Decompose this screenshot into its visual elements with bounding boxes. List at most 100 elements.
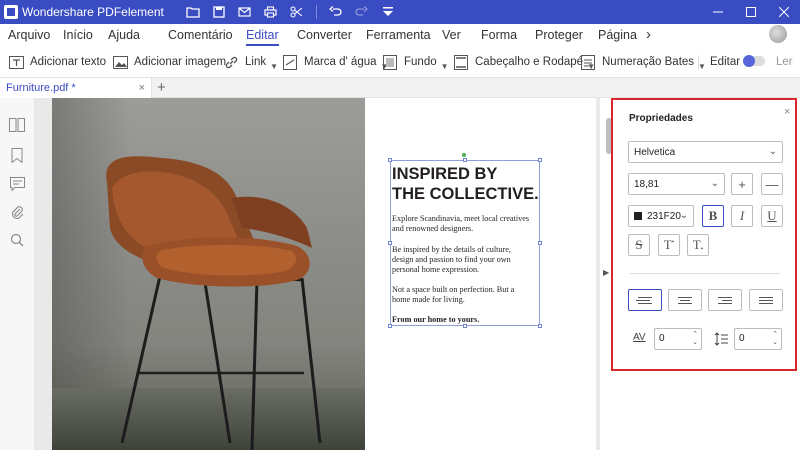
- bold-button[interactable]: B: [702, 205, 724, 227]
- rotate-handle[interactable]: [462, 153, 466, 157]
- strikethrough-button[interactable]: S: [628, 234, 650, 256]
- watermark-button[interactable]: Marca d' água ▼: [282, 48, 388, 76]
- underline-button[interactable]: U: [761, 205, 783, 227]
- heading-line-2: THE COLLECTIVE.: [392, 184, 539, 203]
- line-spacing-value: 0: [739, 333, 745, 344]
- document-tab-bar: Furniture.pdf * × +: [0, 77, 800, 98]
- bates-dropdown-icon[interactable]: ▼: [698, 62, 706, 71]
- align-line: [678, 302, 692, 304]
- quick-access-dropdown-icon[interactable]: [375, 0, 401, 24]
- superscript-button[interactable]: T •: [658, 234, 680, 256]
- menu-pagina[interactable]: Página: [598, 24, 637, 46]
- left-sidebar: [0, 98, 35, 450]
- scissors-icon[interactable]: [284, 0, 310, 24]
- close-panel-icon[interactable]: ×: [784, 106, 790, 118]
- title-bar: Wondershare PDFelement: [0, 0, 800, 24]
- link-dropdown-icon[interactable]: ▼: [270, 62, 278, 71]
- chair-photo[interactable]: [52, 98, 365, 450]
- thumbnails-icon[interactable]: [9, 117, 25, 133]
- background-button[interactable]: Fundo ▼: [382, 48, 449, 76]
- save-icon[interactable]: [206, 0, 232, 24]
- chair-illustration: [106, 156, 322, 450]
- menu-ajuda[interactable]: Ajuda: [108, 24, 140, 46]
- italic-button[interactable]: I: [731, 205, 753, 227]
- maximize-icon[interactable]: [734, 0, 767, 24]
- line-spacing-input[interactable]: 0 ⌃ ⌄: [734, 328, 782, 350]
- align-line: [722, 299, 732, 301]
- mail-icon[interactable]: [232, 0, 258, 24]
- subscript-icon: T: [692, 237, 701, 252]
- file-tab[interactable]: Furniture.pdf * ×: [0, 78, 152, 98]
- read-label: Ler: [776, 56, 793, 68]
- close-tab-icon[interactable]: ×: [139, 82, 145, 94]
- add-text-button[interactable]: Adicionar texto: [8, 48, 106, 76]
- menu-ver[interactable]: Ver: [442, 24, 461, 46]
- menu-forma[interactable]: Forma: [481, 24, 517, 46]
- resize-handle-top-left[interactable]: [388, 158, 392, 162]
- document-heading[interactable]: INSPIRED BY THE COLLECTIVE.: [392, 165, 542, 204]
- paragraph-2-line-1: Be inspired by the details of culture,: [392, 245, 511, 254]
- menu-editar[interactable]: Editar: [246, 24, 279, 46]
- paragraph-2-line-2: design and passion to find your own: [392, 255, 511, 264]
- link-button[interactable]: Link ▼: [223, 48, 278, 76]
- resize-handle-top[interactable]: [463, 158, 467, 162]
- comment-icon[interactable]: [9, 176, 25, 192]
- undo-icon[interactable]: [323, 0, 349, 24]
- bookmark-icon[interactable]: [9, 147, 25, 163]
- background-dropdown-icon[interactable]: ▼: [441, 62, 449, 71]
- expand-right-panel-icon[interactable]: ▶: [603, 268, 609, 277]
- print-icon[interactable]: [258, 0, 284, 24]
- menu-arquivo[interactable]: Arquivo: [8, 24, 50, 46]
- file-tab-label: Furniture.pdf *: [6, 82, 76, 94]
- character-spacing-input[interactable]: 0 ⌃ ⌄: [654, 328, 702, 350]
- add-text-icon: [8, 54, 24, 70]
- align-center-button[interactable]: [668, 289, 702, 311]
- edit-toolbar: Adicionar texto Adicionar imagem Link ▼ …: [0, 48, 800, 76]
- watermark-icon: [282, 54, 298, 70]
- align-justify-button[interactable]: [749, 289, 783, 311]
- paragraph-4[interactable]: From our home to yours.: [392, 315, 542, 325]
- font-family-select[interactable]: Helvetica ⌄: [628, 141, 783, 163]
- menu-inicio[interactable]: Início: [63, 24, 93, 46]
- menu-converter[interactable]: Converter: [297, 24, 352, 46]
- spinner-arrows-icon[interactable]: ⌃ ⌄: [772, 331, 778, 347]
- add-image-label: Adicionar imagem: [134, 56, 227, 68]
- close-window-icon[interactable]: [767, 0, 800, 24]
- paragraph-3[interactable]: Not a space built on perfection. But a h…: [392, 285, 542, 305]
- redo-icon[interactable]: [349, 0, 375, 24]
- spinner-arrows-icon[interactable]: ⌃ ⌄: [692, 331, 698, 347]
- paragraph-3-line-1: Not a space built on perfection. But a: [392, 285, 515, 294]
- add-tab-icon[interactable]: +: [157, 79, 166, 97]
- link-label: Link: [245, 56, 267, 68]
- attachment-icon[interactable]: [9, 204, 25, 220]
- minimize-icon[interactable]: [701, 0, 734, 24]
- menu-ferramenta[interactable]: Ferramenta: [366, 24, 431, 46]
- add-image-button[interactable]: Adicionar imagem: [112, 48, 226, 76]
- paragraph-1[interactable]: Explore Scandinavia, meet local creative…: [392, 214, 542, 234]
- background-icon: [382, 54, 398, 70]
- resize-handle-top-right[interactable]: [538, 158, 542, 162]
- menu-proteger[interactable]: Proteger: [535, 24, 583, 46]
- edit-read-toggle[interactable]: [743, 55, 765, 67]
- background-label: Fundo: [404, 56, 437, 68]
- font-size-select[interactable]: 18,81 ⌄: [628, 173, 725, 195]
- subscript-button[interactable]: T •: [687, 234, 709, 256]
- bates-numbering-button[interactable]: Numeração Bates ▼: [580, 48, 706, 76]
- align-right-button[interactable]: [708, 289, 742, 311]
- align-line: [718, 296, 732, 298]
- character-spacing-value: 0: [659, 333, 665, 344]
- folder-open-icon[interactable]: [180, 0, 206, 24]
- header-footer-icon: [453, 54, 469, 70]
- font-color-select[interactable]: 231F20 ⌄: [628, 205, 694, 227]
- menu-comentario[interactable]: Comentário: [168, 24, 233, 46]
- bates-numbering-icon: [580, 54, 596, 70]
- paragraph-2[interactable]: Be inspired by the details of culture, d…: [392, 245, 542, 275]
- decrease-font-button[interactable]: —: [761, 173, 783, 195]
- increase-font-button[interactable]: +: [731, 173, 753, 195]
- menu-more-chevron-icon[interactable]: ›: [646, 24, 651, 46]
- search-icon[interactable]: [9, 232, 25, 248]
- align-left-button[interactable]: [628, 289, 662, 311]
- edit-label: Editar: [710, 56, 741, 68]
- user-avatar[interactable]: [769, 25, 787, 43]
- header-footer-button[interactable]: Cabeçalho e Rodapé ▼: [453, 48, 595, 76]
